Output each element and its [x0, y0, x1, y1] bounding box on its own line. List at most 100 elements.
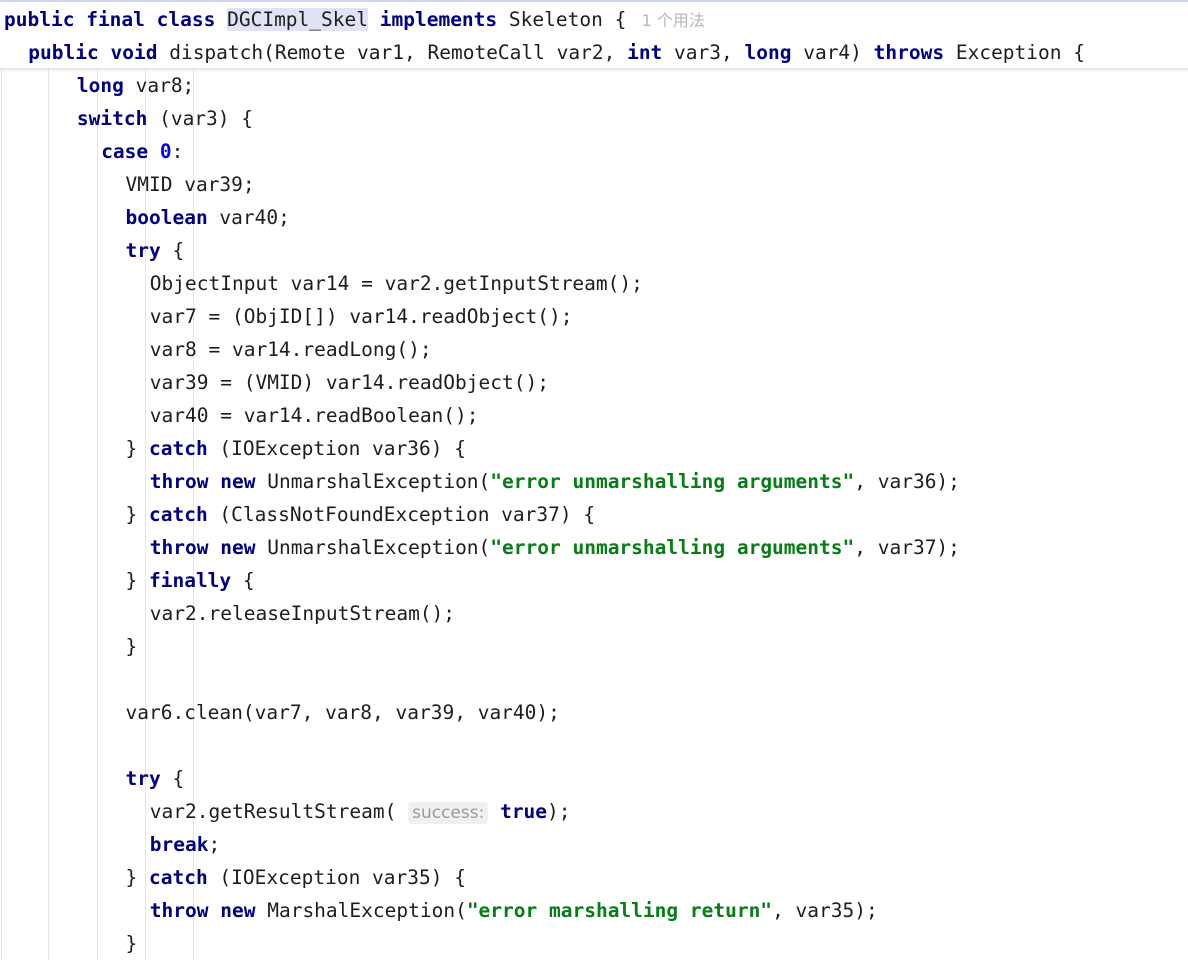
- code-line-try-open-1[interactable]: try {: [0, 234, 1188, 267]
- break-statement-token-1: ;: [208, 833, 221, 856]
- code-line-catch-ioexception-36[interactable]: } catch (IOException var36) {: [0, 432, 1188, 465]
- get-result-stream-token-3: [488, 800, 500, 823]
- case-zero-token-0: case: [101, 140, 149, 163]
- method-declaration-token-7: var4): [791, 41, 874, 64]
- class-declaration-token-10: Skeleton: [508, 8, 603, 31]
- catch-ioexception-35-token-2: (IOException var35) {: [207, 866, 466, 889]
- throw-unmarshal-36-token-3: UnmarshalException(: [255, 470, 491, 493]
- sticky-header[interactable]: public final class DGCImpl_Skel implemen…: [0, 0, 1188, 68]
- catch-ioexception-35-token-0: }: [125, 866, 149, 889]
- throw-unmarshal-37-token-2: new: [220, 536, 256, 559]
- code-line-read-boolean[interactable]: var40 = var14.readBoolean();: [0, 399, 1188, 432]
- switch-statement-token-0: switch: [76, 107, 148, 130]
- class-declaration-token-4: class: [156, 8, 216, 31]
- class-declaration-token-2: final: [86, 8, 145, 31]
- code-line-release-input-stream[interactable]: var2.releaseInputStream();: [0, 597, 1188, 630]
- method-declaration-token-6: long: [744, 41, 792, 64]
- case-zero-token-1: [148, 140, 160, 163]
- throw-unmarshal-36-token-0: throw: [149, 470, 209, 493]
- class-declaration-token-11: {: [602, 8, 627, 31]
- code-line-switch-statement[interactable]: switch (var3) {: [0, 102, 1188, 135]
- class-declaration-token-12: 1 个用法: [626, 11, 705, 30]
- code-line-break-statement[interactable]: break;: [0, 828, 1188, 861]
- code-line-finally-close[interactable]: }: [0, 630, 1188, 663]
- code-line-read-vmid[interactable]: var39 = (VMID) var14.readObject();: [0, 366, 1188, 399]
- sticky-line-class-declaration[interactable]: public final class DGCImpl_Skel implemen…: [0, 3, 1188, 36]
- code-line-get-input-stream[interactable]: ObjectInput var14 = var2.getInputStream(…: [0, 267, 1188, 300]
- throw-unmarshal-37-token-3: UnmarshalException(: [255, 536, 491, 559]
- declare-var40-token-0: boolean: [125, 206, 208, 229]
- code-line-throw-unmarshal-36[interactable]: throw new UnmarshalException("error unma…: [0, 465, 1188, 498]
- finally-open-token-0: }: [125, 569, 149, 592]
- class-declaration-token-7: [368, 8, 380, 31]
- throw-unmarshal-37-token-1: [209, 536, 221, 559]
- code-line-finally-open[interactable]: } finally {: [0, 564, 1188, 597]
- throw-unmarshal-36-token-1: [209, 470, 221, 493]
- catch-ioexception-36-token-1: catch: [148, 437, 208, 460]
- class-declaration-token-9: [497, 8, 509, 31]
- get-result-stream-token-5: );: [547, 800, 571, 823]
- try-open-1-token-0: try: [125, 239, 161, 262]
- code-line-read-objid-array[interactable]: var7 = (ObjID[]) var14.readObject();: [0, 300, 1188, 333]
- throw-unmarshal-37-token-5: , var37);: [854, 536, 960, 559]
- declare-var8-token-1: var8;: [123, 74, 195, 97]
- method-declaration-token-9: Exception {: [944, 41, 1085, 64]
- get-input-stream-token-0: ObjectInput var14 = var2.getInputStream(…: [149, 272, 643, 295]
- throw-marshal-35-token-0: throw: [149, 899, 209, 922]
- catch-close-35-token-0: }: [125, 932, 138, 955]
- case-zero-token-2: 0: [159, 140, 172, 163]
- catch-classnotfound-37-token-0: }: [125, 503, 149, 526]
- finally-close-token-0: }: [125, 635, 138, 658]
- class-declaration-token-0: public: [4, 8, 75, 31]
- method-declaration-token-4: int: [627, 41, 663, 64]
- catch-ioexception-35-token-1: catch: [148, 866, 208, 889]
- code-line-call-clean[interactable]: var6.clean(var7, var8, var39, var40);: [0, 696, 1188, 729]
- code-line-try-open-2[interactable]: try {: [0, 762, 1188, 795]
- class-declaration-token-3: [145, 8, 157, 31]
- code-line-get-result-stream[interactable]: var2.getResultStream( success: true);: [0, 795, 1188, 828]
- read-boolean-token-0: var40 = var14.readBoolean();: [149, 404, 479, 427]
- sticky-line-method-declaration[interactable]: public void dispatch(Remote var1, Remote…: [0, 36, 1188, 69]
- finally-open-token-1: finally: [148, 569, 232, 592]
- read-objid-array-token-0: var7 = (ObjID[]) var14.readObject();: [149, 305, 573, 328]
- read-vmid-token-0: var39 = (VMID) var14.readObject();: [149, 371, 549, 394]
- throw-marshal-35-token-5: , var35);: [772, 899, 878, 922]
- code-line-throw-unmarshal-37[interactable]: throw new UnmarshalException("error unma…: [0, 531, 1188, 564]
- method-declaration-token-5: var3,: [662, 41, 745, 64]
- call-clean-token-0: var6.clean(var7, var8, var39, var40);: [125, 701, 560, 724]
- code-line-declare-var8[interactable]: long var8;: [0, 69, 1188, 102]
- throw-marshal-35-token-1: [209, 899, 221, 922]
- code-line-declare-var40[interactable]: boolean var40;: [0, 201, 1188, 234]
- throw-marshal-35-token-3: MarshalException(: [255, 899, 467, 922]
- code-line-catch-ioexception-35[interactable]: } catch (IOException var35) {: [0, 861, 1188, 894]
- method-declaration-token-8: throws: [873, 41, 945, 64]
- method-declaration-token-2: void: [110, 41, 158, 64]
- code-line-throw-marshal-35[interactable]: throw new MarshalException("error marsha…: [0, 894, 1188, 927]
- sticky-header-separator: [0, 68, 1188, 69]
- code-line-case-zero[interactable]: case 0:: [0, 135, 1188, 168]
- try-open-1-token-1: {: [160, 239, 185, 262]
- catch-classnotfound-37-token-1: catch: [148, 503, 208, 526]
- throw-unmarshal-36-token-5: , var36);: [854, 470, 960, 493]
- finally-open-token-2: {: [231, 569, 255, 592]
- get-result-stream-token-0: var2.getResultStream(: [149, 800, 397, 823]
- code-line-blank-2[interactable]: [0, 729, 1188, 762]
- throw-marshal-35-token-4: "error marshalling return": [466, 899, 773, 922]
- throw-unmarshal-37-token-4: "error unmarshalling arguments": [490, 536, 855, 559]
- class-declaration-token-8: implements: [379, 8, 498, 31]
- declare-var39-token-0: VMID var39;: [125, 173, 255, 196]
- code-line-blank-1[interactable]: [0, 663, 1188, 696]
- get-result-stream-token-4: true: [500, 800, 548, 823]
- method-declaration-token-3: dispatch(Remote var1, RemoteCall var2,: [157, 41, 628, 64]
- read-long-token-0: var8 = var14.readLong();: [149, 338, 432, 361]
- code-line-catch-close-35[interactable]: }: [0, 927, 1188, 960]
- catch-ioexception-36-token-2: (IOException var36) {: [207, 437, 466, 460]
- code-content[interactable]: long var8; switch (var3) {case 0: VMID var…: [0, 69, 1188, 960]
- code-line-declare-var39[interactable]: VMID var39;: [0, 168, 1188, 201]
- get-result-stream-token-1: [396, 800, 408, 823]
- code-line-catch-classnotfound-37[interactable]: } catch (ClassNotFoundException var37) {: [0, 498, 1188, 531]
- code-editor[interactable]: long var8; switch (var3) {case 0: VMID var…: [0, 0, 1188, 959]
- case-zero-token-3: :: [171, 140, 184, 163]
- try-open-2-token-1: {: [160, 767, 185, 790]
- code-line-read-long[interactable]: var8 = var14.readLong();: [0, 333, 1188, 366]
